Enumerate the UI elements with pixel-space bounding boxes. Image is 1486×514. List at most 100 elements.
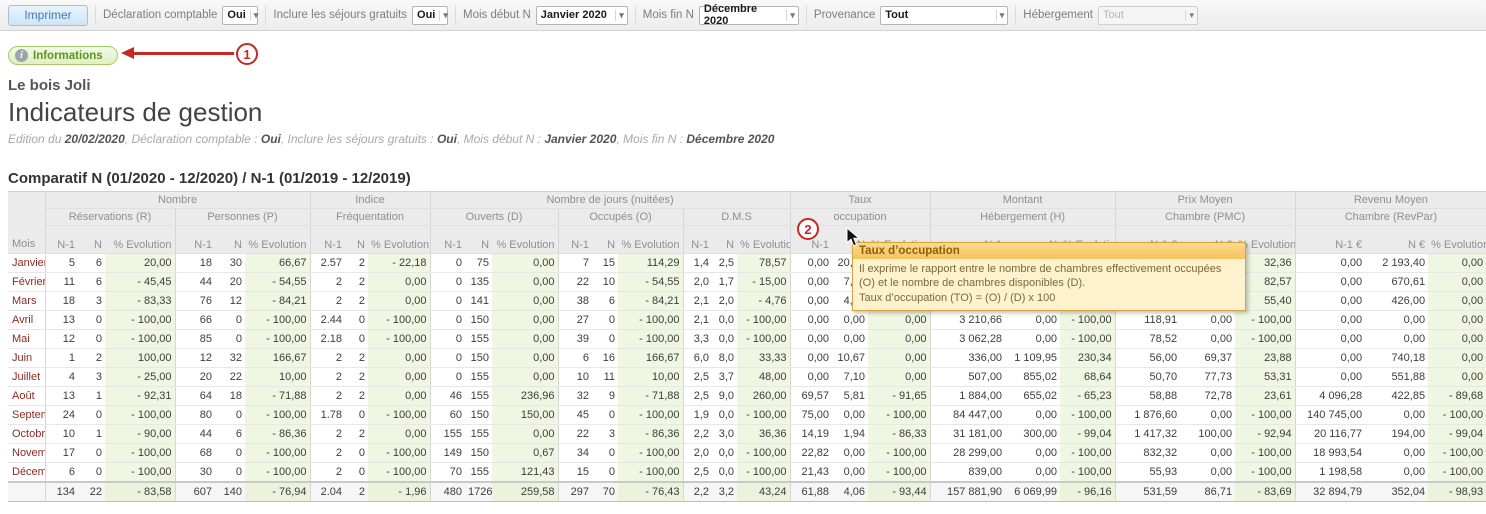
chevron-down-icon: ▾ <box>615 10 624 21</box>
filter-select[interactable]: Tout▾ <box>880 6 1008 25</box>
col-header[interactable]: N-1 € <box>1295 226 1365 254</box>
cell: 0,00 <box>1428 349 1486 368</box>
total-cell: 1726 <box>465 482 492 502</box>
cell: 69,37 <box>1180 349 1235 368</box>
cell: - 71,88 <box>245 387 310 406</box>
col-header[interactable]: % Evolution <box>618 226 683 254</box>
cell: 44 <box>175 273 215 292</box>
separator <box>1015 5 1016 25</box>
col-header[interactable]: N-1 <box>558 226 592 254</box>
total-cell: - 96,16 <box>1060 482 1115 502</box>
cell: 7 <box>558 254 592 273</box>
col-header[interactable]: N-1 <box>310 226 345 254</box>
total-cell: 3,2 <box>712 482 737 502</box>
col-header[interactable]: N <box>78 226 105 254</box>
comparatif-title: Comparatif N (01/2020 - 12/2020) / N-1 (… <box>8 170 1478 187</box>
cell: 0,00 <box>492 330 558 349</box>
col-header[interactable]: N-1 <box>683 226 712 254</box>
cell: 1 876,60 <box>1115 406 1180 425</box>
cell: 0,00 <box>1295 292 1365 311</box>
cell: 0,00 <box>1295 311 1365 330</box>
cell: 155 <box>465 387 492 406</box>
select-value: Décembre 2020 <box>704 3 782 27</box>
separator <box>265 5 266 25</box>
cell: - 100,00 <box>618 406 683 425</box>
subgroup-header: Chambre (RevPar) <box>1295 209 1486 226</box>
col-header[interactable]: N € <box>1365 226 1428 254</box>
col-header[interactable]: % Evolution <box>1428 226 1486 254</box>
col-header[interactable]: N-1 <box>430 226 465 254</box>
cell: 1 <box>45 349 78 368</box>
cell: 0,0 <box>712 444 737 463</box>
cell: 85 <box>175 330 215 349</box>
col-header[interactable]: % Evolution <box>492 226 558 254</box>
filter: ProvenanceTout▾ <box>814 6 1008 25</box>
cell: 2.18 <box>310 330 345 349</box>
cell: 0 <box>215 444 245 463</box>
col-header[interactable]: % Evolution <box>737 226 790 254</box>
cell: 6 <box>558 349 592 368</box>
col-header[interactable]: % Evolution <box>368 226 430 254</box>
cell: 0 <box>215 406 245 425</box>
col-header[interactable]: N <box>592 226 618 254</box>
cell: 36,36 <box>737 425 790 444</box>
col-header[interactable]: N <box>345 226 368 254</box>
cell: 13 <box>45 387 78 406</box>
col-header[interactable]: N <box>712 226 737 254</box>
cell: 10 <box>592 273 618 292</box>
cell: 9 <box>592 387 618 406</box>
cell: 0 <box>592 406 618 425</box>
filter-select[interactable]: Oui▾ <box>412 6 448 25</box>
cell: - 65,23 <box>1060 387 1115 406</box>
cell: - 100,00 <box>1235 311 1295 330</box>
col-header[interactable]: % Evolution <box>245 226 310 254</box>
cell: - 100,00 <box>368 330 430 349</box>
hotel-name: Le bois Joli <box>8 77 1478 94</box>
informations-badge[interactable]: i Informations <box>8 46 118 65</box>
info-icon: i <box>15 49 28 62</box>
col-header[interactable]: % Evolution <box>105 226 175 254</box>
cell: 12 <box>175 349 215 368</box>
cell: - 100,00 <box>737 311 790 330</box>
cell: 32 <box>215 349 245 368</box>
total-cell: 86,71 <box>1180 482 1235 502</box>
print-button[interactable]: Imprimer <box>8 5 88 26</box>
filter-select[interactable]: Décembre 2020▾ <box>699 6 799 25</box>
cell: 27 <box>558 311 592 330</box>
cell: 100,00 <box>1180 425 1235 444</box>
cell: 655,02 <box>1005 387 1060 406</box>
col-header[interactable]: N-1 <box>175 226 215 254</box>
filter-select[interactable]: Janvier 2020▾ <box>536 6 628 25</box>
cell: 56,00 <box>1115 349 1180 368</box>
cell: - 86,36 <box>618 425 683 444</box>
cell: 1 417,32 <box>1115 425 1180 444</box>
col-header[interactable]: N-1 <box>45 226 78 254</box>
subgroup-header: Personnes (P) <box>175 209 310 226</box>
cell: - 100,00 <box>1060 330 1115 349</box>
cell: 426,00 <box>1365 292 1428 311</box>
cell: 10,00 <box>618 368 683 387</box>
month-label: Décembre <box>8 463 45 482</box>
cell: 3 062,28 <box>930 330 1005 349</box>
cell: 9,0 <box>712 387 737 406</box>
cell: 6,0 <box>683 349 712 368</box>
cell: 1,94 <box>832 425 868 444</box>
cell: 76 <box>175 292 215 311</box>
cell: 10,00 <box>245 368 310 387</box>
cell: 69,57 <box>790 387 832 406</box>
cell: 0 <box>430 292 465 311</box>
cell: - 100,00 <box>245 444 310 463</box>
cell: 2,1 <box>683 311 712 330</box>
col-header[interactable]: N <box>215 226 245 254</box>
filter: HébergementTout▾ <box>1023 6 1198 25</box>
cell: 0,00 <box>1365 463 1428 482</box>
col-header[interactable]: N <box>465 226 492 254</box>
cell: 1 109,95 <box>1005 349 1060 368</box>
month-label: Août <box>8 387 45 406</box>
cell: 12 <box>45 330 78 349</box>
total-cell: 32 894,79 <box>1295 482 1365 502</box>
subgroup-header: Occupés (O) <box>558 209 683 226</box>
cell: 2 <box>345 292 368 311</box>
filter-select[interactable]: Oui▾ <box>222 6 258 25</box>
total-cell: - 98,93 <box>1428 482 1486 502</box>
